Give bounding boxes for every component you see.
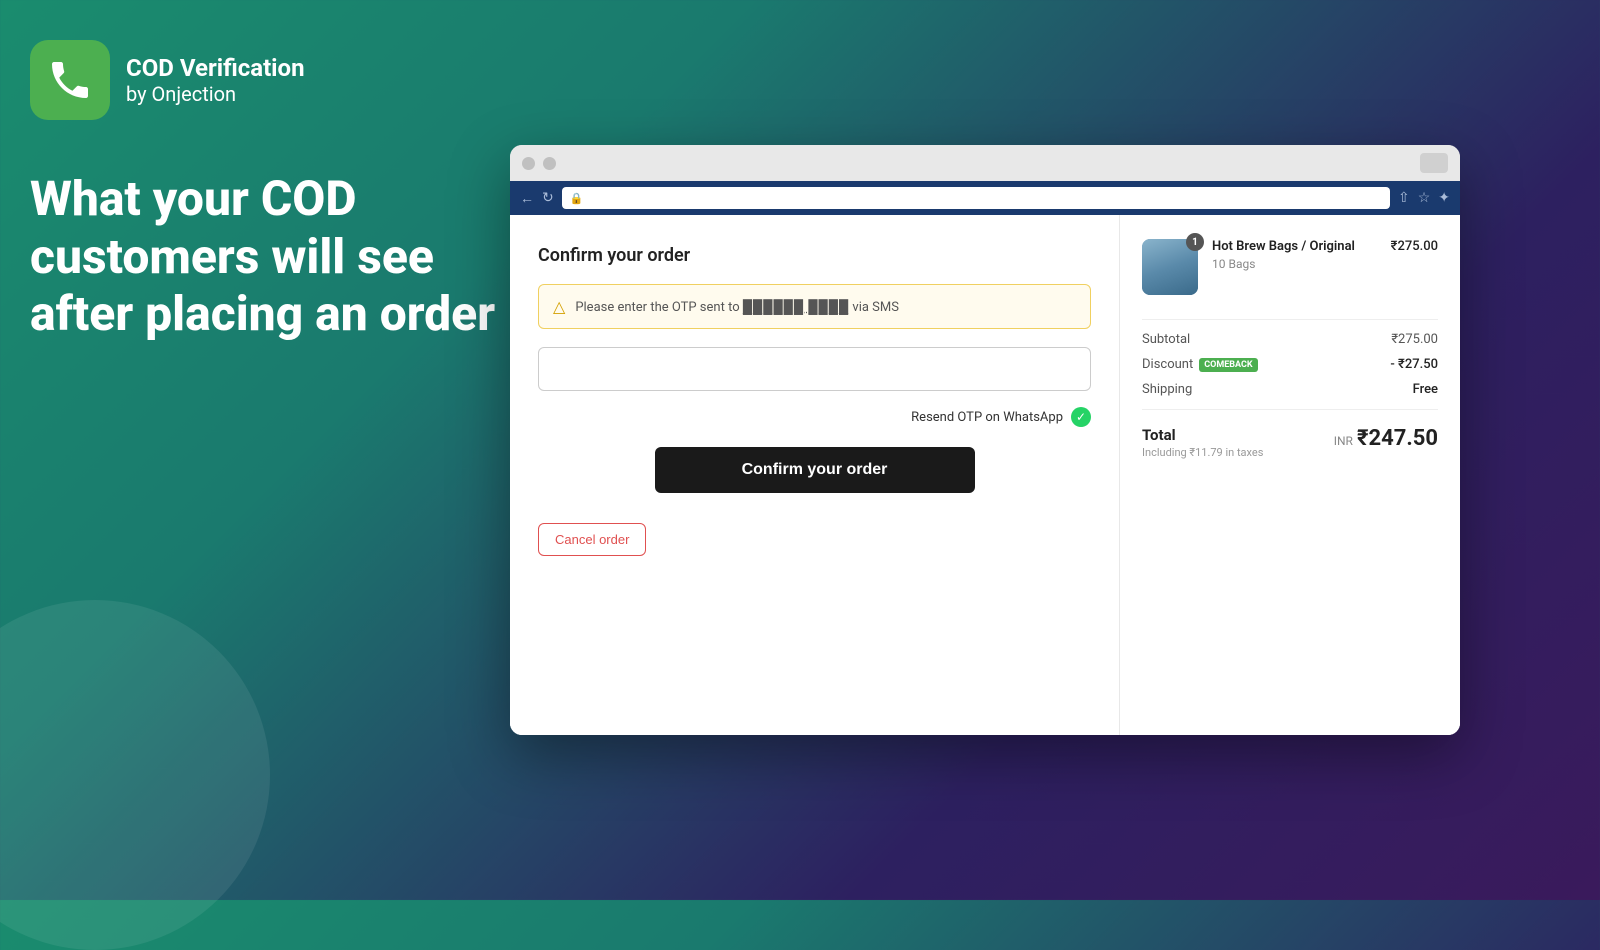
background-blob bbox=[0, 600, 270, 950]
otp-notice-banner: △ Please enter the OTP sent to ██████ ██… bbox=[538, 284, 1091, 329]
logo-text: COD Verification by Onjection bbox=[126, 54, 305, 107]
cancel-order-button[interactable]: Cancel order bbox=[538, 523, 646, 556]
divider-2 bbox=[1142, 409, 1438, 410]
order-summary-panel: 1 Hot Brew Bags / Original 10 Bags ₹275.… bbox=[1120, 215, 1460, 735]
discount-code-badge: COMEBACK bbox=[1199, 358, 1257, 372]
star-icon[interactable]: ☆ bbox=[1418, 190, 1431, 206]
whatsapp-icon: ✓ bbox=[1071, 407, 1091, 427]
browser-toolbar: ← ↻ 🔒 ⇧ ☆ ✦ bbox=[510, 181, 1460, 215]
back-icon[interactable]: ← bbox=[520, 190, 534, 207]
refresh-icon[interactable]: ↻ bbox=[542, 190, 554, 206]
product-variant: 10 Bags bbox=[1212, 257, 1377, 271]
product-info: Hot Brew Bags / Original 10 Bags bbox=[1212, 239, 1377, 271]
total-value: ₹247.50 bbox=[1357, 426, 1438, 451]
subtotal-value: ₹275.00 bbox=[1391, 332, 1438, 347]
product-name: Hot Brew Bags / Original bbox=[1212, 239, 1377, 254]
otp-masked-number: ██████ ████ bbox=[743, 300, 849, 315]
resend-row: Resend OTP on WhatsApp ✓ bbox=[538, 407, 1091, 427]
logo-area: COD Verification by Onjection bbox=[30, 40, 305, 120]
address-bar[interactable]: 🔒 bbox=[562, 187, 1390, 209]
total-row: Total Including ₹11.79 in taxes INR ₹247… bbox=[1142, 426, 1438, 459]
product-row: 1 Hot Brew Bags / Original 10 Bags ₹275.… bbox=[1142, 239, 1438, 295]
discount-label: Discount COMEBACK bbox=[1142, 357, 1258, 372]
discount-row: Discount COMEBACK - ₹27.50 bbox=[1142, 357, 1438, 372]
browser-titlebar bbox=[510, 145, 1460, 181]
resend-otp-link[interactable]: Resend OTP on WhatsApp bbox=[911, 410, 1063, 425]
product-quantity-badge: 1 bbox=[1186, 233, 1204, 251]
share-icon[interactable]: ⇧ bbox=[1398, 190, 1410, 206]
total-tax-note: Including ₹11.79 in taxes bbox=[1142, 446, 1263, 459]
otp-input[interactable] bbox=[538, 347, 1091, 391]
divider-1 bbox=[1142, 319, 1438, 320]
toolbar-right-actions: ⇧ ☆ ✦ bbox=[1398, 190, 1450, 206]
order-confirmation-panel: Confirm your order △ Please enter the OT… bbox=[510, 215, 1120, 735]
total-label: Total bbox=[1142, 426, 1263, 444]
shipping-label: Shipping bbox=[1142, 382, 1192, 397]
total-left: Total Including ₹11.79 in taxes bbox=[1142, 426, 1263, 459]
logo-subtitle: by Onjection bbox=[126, 82, 305, 106]
extension-icon[interactable]: ✦ bbox=[1438, 190, 1450, 206]
phone-icon bbox=[46, 56, 94, 104]
app-icon bbox=[30, 40, 110, 120]
product-price: ₹275.00 bbox=[1391, 239, 1438, 254]
window-action-button[interactable] bbox=[1420, 153, 1448, 173]
shipping-row: Shipping Free bbox=[1142, 382, 1438, 397]
shipping-value: Free bbox=[1413, 382, 1438, 397]
total-amount: INR ₹247.50 bbox=[1334, 426, 1438, 451]
browser-content: Confirm your order △ Please enter the OT… bbox=[510, 215, 1460, 735]
window-close-dot[interactable] bbox=[522, 157, 535, 170]
window-minimize-dot[interactable] bbox=[543, 157, 556, 170]
lock-icon: 🔒 bbox=[570, 192, 584, 205]
confirm-order-button[interactable]: Confirm your order bbox=[655, 447, 975, 493]
subtotal-label: Subtotal bbox=[1142, 332, 1190, 347]
otp-notice-text: Please enter the OTP sent to ██████ ████… bbox=[575, 299, 899, 315]
discount-value: - ₹27.50 bbox=[1390, 357, 1438, 372]
warning-icon: △ bbox=[553, 297, 565, 316]
browser-window: ← ↻ 🔒 ⇧ ☆ ✦ Confirm your order △ Please … bbox=[510, 145, 1460, 735]
order-panel-title: Confirm your order bbox=[538, 245, 1091, 266]
logo-title: COD Verification bbox=[126, 54, 305, 83]
product-image-wrap: 1 bbox=[1142, 239, 1198, 295]
subtotal-row: Subtotal ₹275.00 bbox=[1142, 332, 1438, 347]
total-currency: INR bbox=[1334, 434, 1353, 448]
main-headline: What your COD customers will see after p… bbox=[30, 170, 495, 343]
